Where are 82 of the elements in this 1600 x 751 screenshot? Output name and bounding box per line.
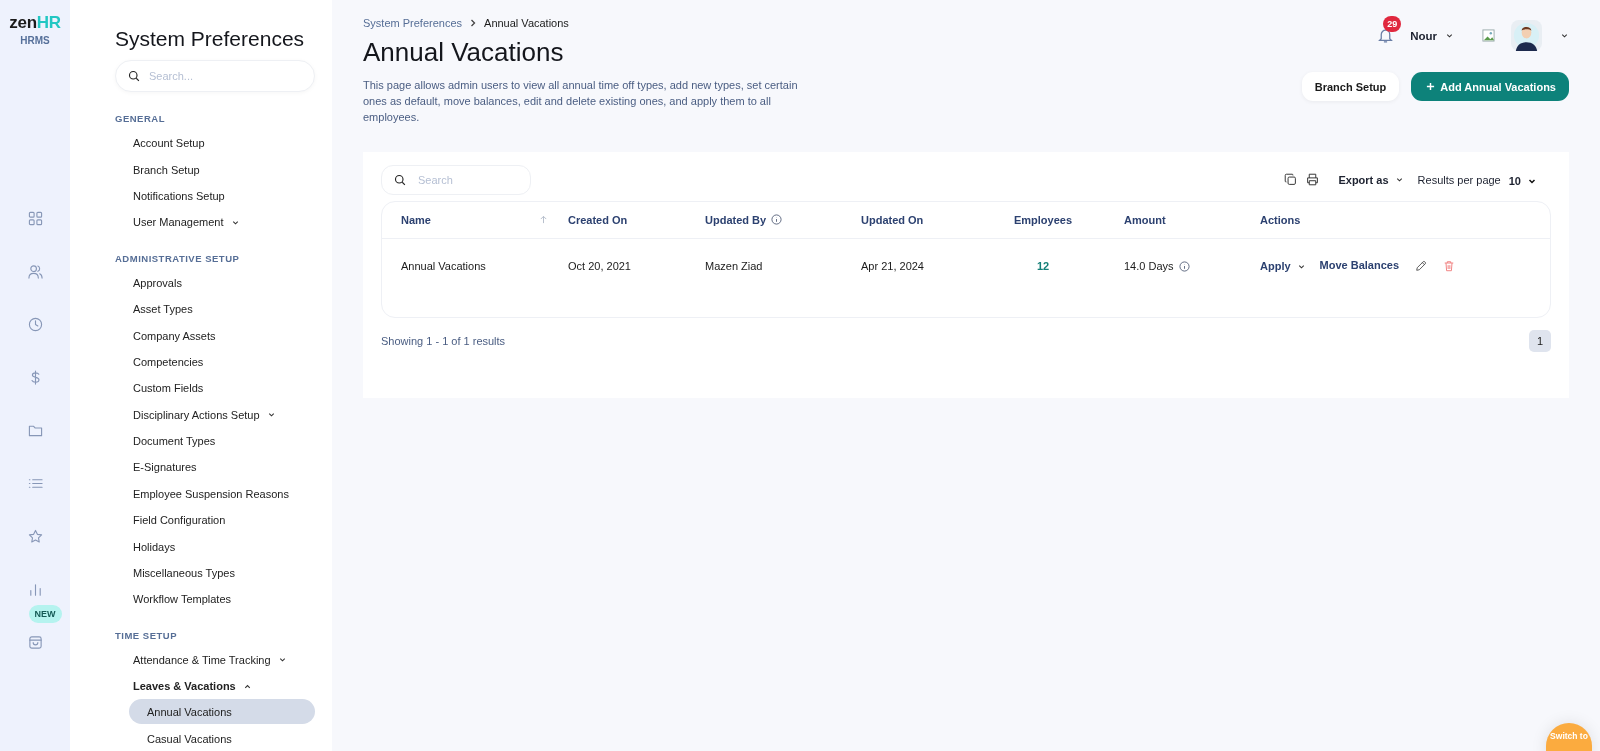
section-heading: TIME SETUP	[115, 629, 178, 641]
avatar[interactable]	[1511, 20, 1542, 51]
sidebar-item[interactable]: Document Types	[115, 427, 315, 455]
section-heading: GENERAL	[115, 113, 166, 124]
sidebar-item[interactable]: Attendance & Time Tracking	[115, 646, 315, 674]
page-description: This page allows admin users to view all annual time off types, add new types, set certain ones as default, move balances, edit and delete existing ones, and apply them to all employees.	[363, 78, 799, 125]
results-per-page-label: Results per page	[1417, 173, 1501, 186]
product-name: HRMS	[20, 35, 50, 46]
add-button[interactable]: Add Annual Vacations	[1411, 72, 1569, 101]
table-cell: Apr 21, 2024	[861, 260, 924, 273]
table-cell: Oct 20, 2021	[568, 260, 631, 273]
sidebar-item[interactable]: Branch Setup	[115, 156, 315, 183]
copy-icon[interactable]	[1284, 173, 1298, 187]
apply-menu[interactable]: Apply	[1260, 260, 1291, 273]
sidebar-item[interactable]: Custom Fields	[115, 375, 315, 402]
print-icon[interactable]	[1306, 173, 1320, 187]
sidebar-item[interactable]: Company Assets	[115, 322, 315, 349]
star-icon[interactable]	[27, 529, 43, 544]
sidebar-item[interactable]: Account Setup	[115, 130, 315, 157]
sidebar-item[interactable]: Approvals	[115, 269, 315, 296]
branch-setup-button[interactable]: Branch Setup	[1301, 72, 1400, 101]
sidebar-item[interactable]: Employee Suspension Reasons	[115, 480, 315, 508]
chevron-down-icon[interactable]	[1560, 31, 1569, 40]
sidebar-item[interactable]: User Management	[115, 209, 315, 236]
page-title: Annual Vacations	[363, 37, 565, 68]
sidebar-item[interactable]: Holidays	[115, 533, 315, 560]
sort-arrow-icon[interactable]	[539, 215, 548, 225]
sidebar-item[interactable]: Miscellaneous Types	[115, 559, 315, 587]
column-header: Name	[401, 213, 431, 226]
edit-icon[interactable]	[1415, 260, 1428, 273]
column-header: Actions	[1260, 213, 1301, 226]
chevron-down-icon	[1445, 31, 1454, 40]
dashboard-icon[interactable]	[27, 211, 43, 226]
chevron-icon	[277, 655, 287, 665]
sidebar-item[interactable]: Field Configuration	[115, 507, 315, 534]
section-heading: ADMINISTRATIVE SETUP	[115, 252, 241, 264]
sidebar-item[interactable]: E-Signatures	[115, 454, 315, 481]
column-header: Employees	[1013, 213, 1073, 226]
table-cell: 14.0 Days	[1124, 260, 1174, 273]
list-icon[interactable]	[27, 476, 43, 491]
sidebar-title: System Preferences	[115, 27, 306, 51]
column-header: Updated By	[705, 213, 767, 226]
bar-chart-icon[interactable]	[27, 582, 43, 597]
delete-icon[interactable]	[1443, 260, 1456, 273]
page-button[interactable]: 1	[1529, 329, 1551, 352]
info-icon	[1178, 260, 1190, 272]
column-header: Created On	[568, 213, 628, 226]
table-cell: Annual Vacations	[401, 260, 486, 273]
column-header: Amount	[1124, 213, 1166, 226]
folder-icon[interactable]	[27, 423, 43, 438]
employees-link[interactable]: 12	[1036, 260, 1050, 273]
table-cell: Mazen Ziad	[705, 260, 763, 273]
move-balances-link[interactable]: Move Balances	[1319, 258, 1400, 271]
bell-icon[interactable]	[1377, 27, 1395, 44]
new-badge: NEW	[28, 605, 62, 623]
sidebar-item[interactable]: Disciplinary Actions Setup	[115, 401, 315, 428]
breadcrumb-link[interactable]: System Preferences	[363, 17, 463, 29]
column-header: Updated On	[861, 213, 924, 226]
clock-icon[interactable]	[27, 317, 43, 332]
search-field[interactable]: Search	[381, 164, 531, 195]
sidebar-item[interactable]: Asset Types	[115, 295, 315, 323]
logo: zenHR	[9, 14, 61, 31]
results-per-page-select[interactable]: 10	[1508, 175, 1521, 188]
export-menu[interactable]: Export as	[1338, 173, 1389, 186]
plus-icon	[1426, 82, 1436, 91]
sidebar-item[interactable]: Notifications Setup	[115, 182, 315, 210]
notification-badge: 29	[1383, 16, 1402, 32]
chevron-down-icon	[1394, 175, 1404, 185]
broken-image-icon	[1482, 29, 1495, 42]
sidebar-subitem[interactable]: Annual Vacations	[129, 699, 315, 725]
breadcrumb-current: Annual Vacations	[484, 17, 569, 29]
sidebar-item[interactable]: Competencies	[115, 348, 315, 376]
chevron-icon	[266, 410, 276, 420]
info-icon	[771, 214, 783, 226]
sidebar-item[interactable]: Workflow Templates	[115, 586, 315, 613]
user-menu[interactable]: Nour	[1410, 29, 1437, 42]
sidebar-subitem[interactable]: Casual Vacations	[129, 726, 315, 751]
results-summary: Showing 1 - 1 of 1 results	[381, 334, 506, 347]
shopping-bag-icon[interactable]	[27, 635, 43, 650]
sidebar-item[interactable]: Leaves & Vacations	[115, 673, 315, 700]
people-icon[interactable]	[27, 264, 43, 279]
search-field[interactable]: Search...	[115, 60, 315, 92]
